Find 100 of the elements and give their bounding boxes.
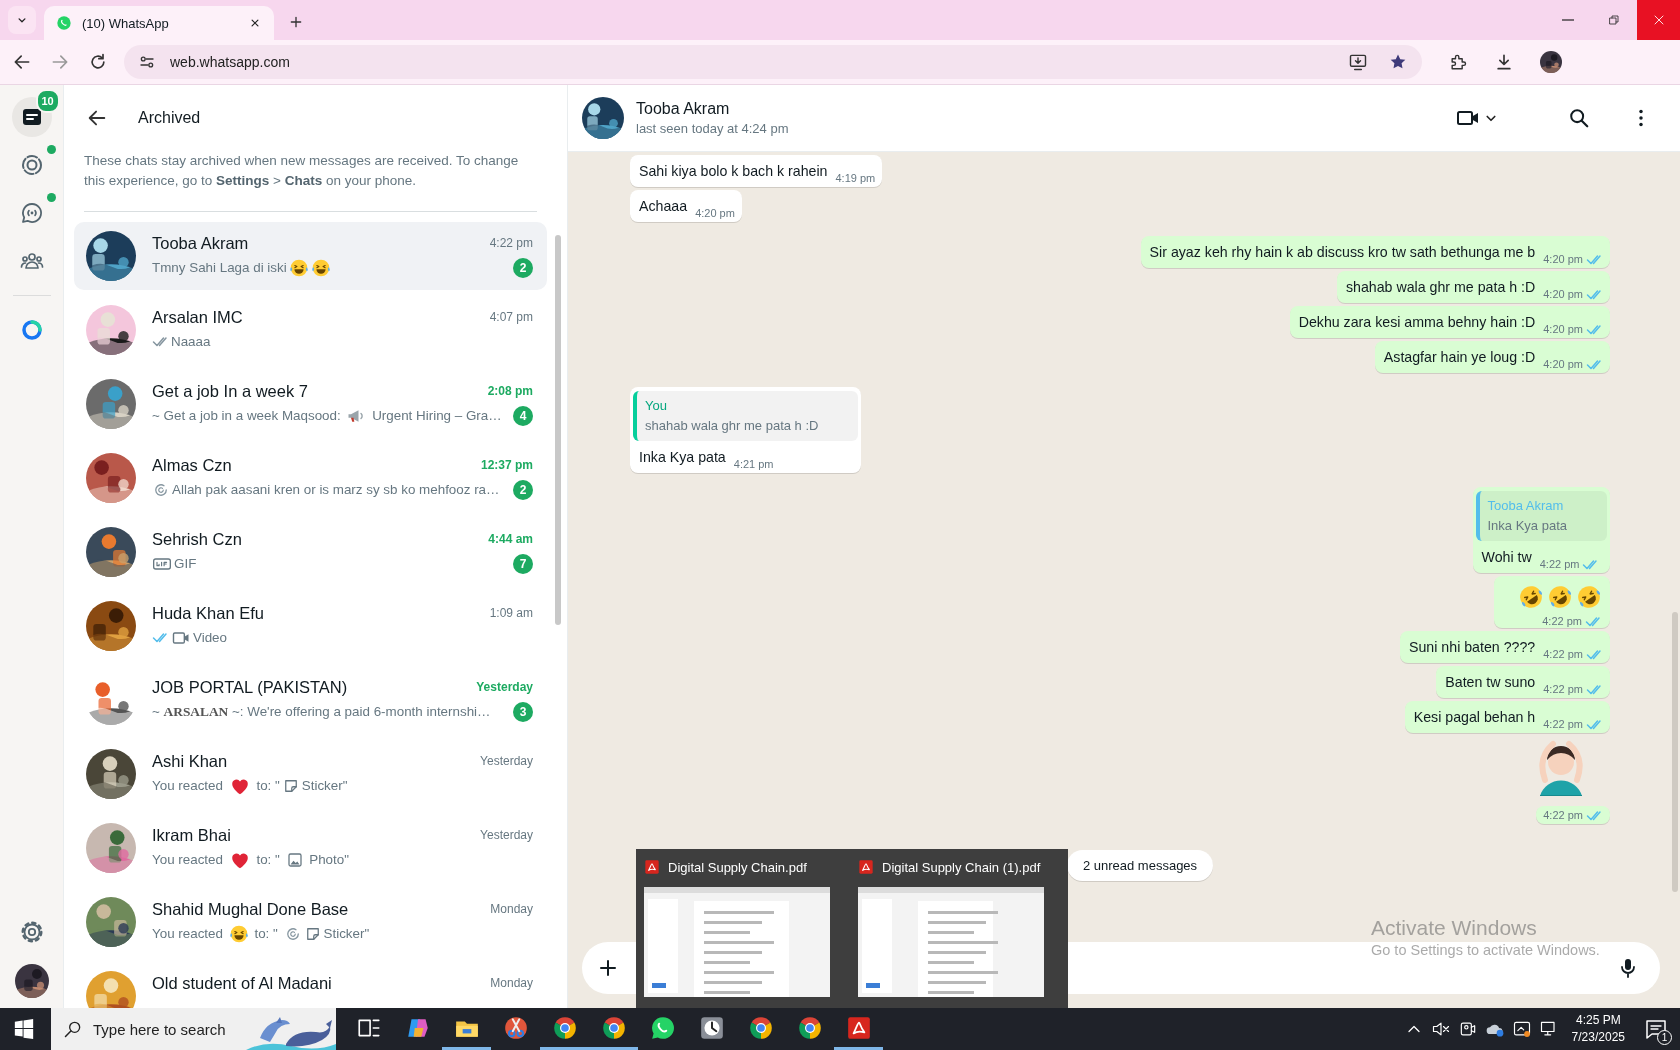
- chat-time: 1:09 am: [489, 606, 533, 620]
- message-time: 4:22 pm: [1543, 648, 1583, 660]
- tab-title: (10) WhatsApp: [82, 15, 170, 31]
- rolling-laughing-face-icon: [1518, 584, 1544, 610]
- search-placeholder: Type here to search: [93, 1020, 227, 1038]
- window-title: Digital Supply Chain.pdf: [668, 859, 807, 875]
- chat-item[interactable]: Almas Czn 12:37 pm Allah pak aasani kren or is marz sy sb ko mehfooz ra… 2: [74, 444, 547, 512]
- new-tab-icon[interactable]: [288, 14, 304, 30]
- chat-time: 2:08 pm: [487, 384, 533, 398]
- clock-time: 4:25 PM: [1574, 1012, 1622, 1029]
- message-time: 4:22 pm: [1539, 558, 1580, 570]
- chat-name: Arsalan IMC: [152, 307, 243, 327]
- whatsapp-logo-icon: [56, 15, 72, 31]
- chat-item[interactable]: Sehrish Czn 4:44 am GIF 7: [74, 518, 547, 586]
- status-icon: [19, 153, 44, 177]
- reload-icon[interactable]: [88, 52, 108, 72]
- ring-icon: [19, 318, 44, 342]
- message-text: Sahi kiya bolo k bach k rahein: [639, 162, 828, 181]
- scissors-icon: [502, 1014, 529, 1041]
- chat-time: Monday: [490, 976, 533, 990]
- window-title: Digital Supply Chain (1).pdf: [882, 859, 1041, 875]
- site-settings-icon[interactable]: [138, 53, 156, 71]
- quoted-message[interactable]: You shahab wala ghr me pata h :D: [633, 391, 859, 441]
- message-text: Kesi pagal behan h: [1413, 708, 1536, 727]
- quoted-message[interactable]: Tooba Akram Inka Kya pata: [1475, 491, 1607, 541]
- chat-item[interactable]: Tooba Akram 4:22 pm Tmny Sahi Laga di iski 2: [74, 222, 547, 290]
- photo-icon: [285, 850, 304, 869]
- whatsapp-icon: [649, 1014, 676, 1041]
- document-app-icon: [845, 1014, 872, 1041]
- meeting-icon[interactable]: [1511, 1019, 1532, 1039]
- message-time: 4:22 pm: [1543, 683, 1583, 695]
- preview-text: Urgent Hiring – Gra…: [371, 408, 502, 423]
- clock-icon: [698, 1014, 725, 1041]
- chat-name: Old student of Al Madani: [152, 973, 332, 993]
- preview-text: You reacted: [152, 852, 224, 867]
- last-seen-text: last seen today at 4:24 pm: [636, 121, 790, 136]
- channels-icon: [19, 201, 44, 225]
- restore-icon: [1606, 12, 1622, 28]
- panel-title: Archived: [138, 109, 201, 127]
- chat-item[interactable]: Ikram Bhai Yesterday You reacted to: " Photo": [74, 814, 547, 882]
- unread-badge: 7: [513, 553, 533, 574]
- preview-text: to: ": [253, 926, 279, 941]
- preview-text: Allah pak aasani kren or is marz sy sb ko mehfooz ra…: [172, 482, 500, 497]
- window-thumbnail[interactable]: Digital Supply Chain (1).pdf: [858, 855, 1060, 1002]
- message-time: 4:22 pm: [1543, 809, 1583, 821]
- download-icon[interactable]: [1494, 52, 1514, 72]
- chat-time: Yesterday: [480, 828, 533, 842]
- scrollbar[interactable]: [555, 235, 561, 625]
- document-app-icon: [644, 859, 660, 875]
- chat-name: Almas Czn: [152, 455, 232, 475]
- chat-item[interactable]: Get a job In a week 7 2:08 pm ~ Get a job in a week Maqsood: Urgent Hiring – Gra… 4: [74, 370, 547, 438]
- scrollbar[interactable]: [1672, 612, 1678, 892]
- message-time: 4:22 pm: [1542, 615, 1582, 627]
- chat-time: 4:22 pm: [489, 236, 533, 250]
- minimize-icon: [1562, 19, 1574, 21]
- message-text: shahab wala ghr me pata h :D: [1345, 278, 1536, 297]
- chat-name: Sehrish Czn: [152, 529, 242, 549]
- chat-item[interactable]: Ashi Khan Yesterday You reacted to: " Sticker": [74, 740, 547, 808]
- message-time: 4:19 pm: [835, 172, 876, 184]
- preview-text: You reacted: [152, 926, 224, 941]
- chat-time: Yesterday: [480, 754, 533, 768]
- chat-item[interactable]: Shahid Mughal Done Base Monday You reacted to: " Sticker": [74, 888, 547, 956]
- chat-item[interactable]: JOB PORTAL (PAKISTAN) Yesterday ~ ARSALAN ~: We're offering a paid 6-month internshi… 3: [74, 666, 547, 734]
- chat-time: Yesterday: [476, 680, 533, 694]
- message-time: 4:21 pm: [733, 458, 774, 470]
- chat-name: Huda Khan Efu: [152, 603, 264, 623]
- install-icon[interactable]: [1348, 52, 1368, 72]
- back-icon[interactable]: [12, 52, 32, 72]
- address-field[interactable]: web.whatsapp.com: [124, 45, 1422, 79]
- chat-item[interactable]: Huda Khan Efu 1:09 am Video: [74, 592, 547, 660]
- message-text: Wohi tw: [1481, 548, 1532, 567]
- settings-icon[interactable]: [19, 920, 44, 944]
- message-time: 4:20 pm: [695, 207, 735, 219]
- search-field[interactable]: Type here to search: [51, 1008, 336, 1050]
- extensions-icon[interactable]: [1448, 52, 1468, 72]
- laughing-face-icon: [288, 257, 309, 278]
- preview-text: to: ": [255, 778, 280, 793]
- unread-messages-banner: 2 unread messages: [1066, 850, 1214, 881]
- message-text: Dekhu zara kesi amma behny hain :D: [1298, 313, 1536, 332]
- message-text: Baten tw suno: [1445, 673, 1536, 692]
- chat-name: Ikram Bhai: [152, 825, 231, 845]
- clock-button[interactable]: 4:25 PM 7/23/2025: [1571, 1012, 1625, 1046]
- preview-text: to: ": [255, 852, 281, 867]
- chat-time: 12:37 pm: [480, 458, 533, 472]
- chat-item[interactable]: Arsalan IMC 4:07 pm Naaaa: [74, 296, 547, 364]
- window-thumbnail[interactable]: Digital Supply Chain.pdf: [644, 855, 846, 1002]
- chrome-icon: [796, 1014, 823, 1041]
- message-time: 4:20 pm: [1543, 288, 1583, 300]
- url-text: web.whatsapp.com: [170, 54, 291, 70]
- forward-icon[interactable]: [50, 52, 70, 72]
- message-text: Astagfar hain ye loug :D: [1383, 348, 1536, 367]
- browser-tab[interactable]: (10) WhatsApp: [44, 6, 274, 40]
- chat-time: Monday: [490, 902, 533, 916]
- unread-badge: 2: [513, 479, 533, 500]
- chat-name: Get a job In a week 7: [152, 381, 308, 401]
- document-app-icon: [858, 859, 874, 875]
- message-time: 4:20 pm: [1543, 253, 1583, 265]
- windows-logo-icon[interactable]: [13, 1018, 35, 1040]
- search-icon[interactable]: [1568, 107, 1590, 129]
- quote-author: You: [645, 398, 668, 413]
